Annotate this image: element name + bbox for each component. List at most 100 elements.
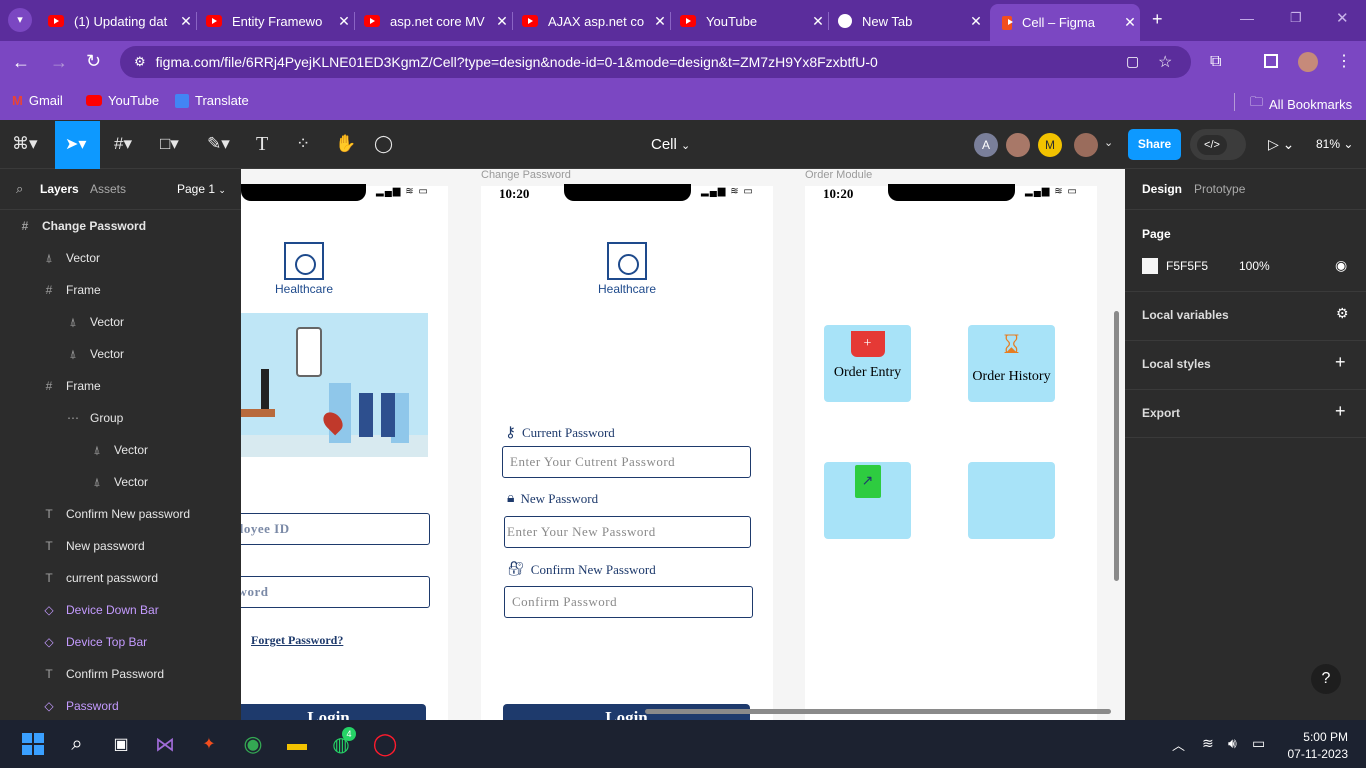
current-password-input[interactable]: Enter Your Cutrent Password bbox=[502, 446, 751, 478]
layer-item[interactable]: ⍋ Vector bbox=[0, 242, 241, 274]
tab-search-icon[interactable]: ▾ bbox=[8, 8, 32, 32]
layer-item[interactable]: T Confirm Password bbox=[0, 658, 241, 690]
volume-icon[interactable]: 🔊︎ bbox=[1228, 735, 1237, 752]
help-button[interactable]: ? bbox=[1311, 664, 1341, 694]
search-icon[interactable]: ⌕ bbox=[64, 731, 90, 757]
order-module-frame[interactable]: 10:20 ▂▄▆ ≋ ▭ + Order Entry ⌛︎ Order His… bbox=[805, 184, 1097, 720]
add-export-icon[interactable]: + bbox=[1335, 401, 1346, 422]
forward-icon[interactable]: → bbox=[50, 52, 68, 73]
layer-item[interactable]: ◇ Device Down Bar bbox=[0, 594, 241, 626]
task-view-icon[interactable]: ▣ bbox=[108, 731, 134, 757]
opera-icon[interactable]: ◯ bbox=[372, 731, 398, 757]
tab-design[interactable]: Design bbox=[1142, 182, 1182, 196]
page-selector[interactable]: Page 1 ⌄ bbox=[177, 182, 226, 196]
login-frame[interactable]: ▂▄▆ ≋ ▭ Healthcare ployee ID sword Forge… bbox=[241, 184, 448, 720]
file-explorer-icon[interactable]: ▬ bbox=[284, 731, 310, 757]
tab-youtube[interactable]: YouTube ✕ bbox=[668, 5, 828, 37]
order-entry-tile[interactable]: + Order Entry bbox=[824, 325, 911, 402]
dev-mode-toggle[interactable]: </> bbox=[1190, 129, 1246, 160]
employee-id-input[interactable]: ployee ID bbox=[241, 513, 430, 545]
close-icon[interactable]: ✕ bbox=[492, 13, 512, 30]
battery-icon[interactable]: ▭ bbox=[1252, 735, 1265, 752]
confirm-password-input[interactable]: Confirm Password bbox=[504, 586, 753, 618]
bookmark-star-icon[interactable]: ☆ bbox=[1158, 52, 1172, 72]
layer-item[interactable]: # Change Password bbox=[0, 210, 241, 242]
move-tool[interactable]: ➤▾ bbox=[55, 121, 100, 169]
order-history-tile[interactable]: ⌛︎ Order History bbox=[968, 325, 1055, 402]
tab-new-tab[interactable]: New Tab ✕ bbox=[826, 5, 986, 37]
vertical-scrollbar[interactable] bbox=[1114, 311, 1119, 581]
restore-icon[interactable]: ❐ bbox=[1290, 10, 1302, 26]
visual-studio-icon[interactable]: ⋈ bbox=[152, 731, 178, 757]
search-icon[interactable]: ⌕ bbox=[16, 181, 23, 197]
layer-item[interactable]: Tcurrent password bbox=[0, 562, 241, 594]
layer-item[interactable]: ⍋ Vector bbox=[0, 434, 241, 466]
menu-icon[interactable]: ⋮ bbox=[1336, 51, 1352, 71]
pen-tool-icon[interactable]: ✎▾ bbox=[207, 134, 230, 154]
avatar[interactable]: A bbox=[974, 133, 998, 157]
reload-icon[interactable]: ↻ bbox=[86, 51, 101, 72]
window-close-icon[interactable]: ✕ bbox=[1336, 9, 1349, 27]
change-password-frame[interactable]: 10:20 ▂▄▆ ≋ ▭ Healthcare ⚷ Current Passwo… bbox=[481, 184, 773, 720]
layer-item[interactable]: T New password bbox=[0, 530, 241, 562]
layer-item[interactable]: ⍋ Vector bbox=[0, 338, 241, 370]
report-tile[interactable]: ↗ bbox=[824, 462, 911, 539]
back-icon[interactable]: ← bbox=[12, 52, 30, 73]
close-icon[interactable]: ✕ bbox=[1120, 14, 1140, 31]
comment-tool-icon[interactable]: ◯ bbox=[374, 134, 393, 154]
tab-aspnet-core[interactable]: asp.net core MV ✕ bbox=[352, 5, 512, 37]
bookmark-translate[interactable]: Translate bbox=[175, 93, 249, 108]
clock[interactable]: 5:00 PM 07-11-2023 bbox=[1284, 730, 1349, 761]
export-label[interactable]: Export bbox=[1142, 406, 1180, 420]
layer-item[interactable]: ⍋ Vector bbox=[0, 306, 241, 338]
share-button[interactable]: Share bbox=[1128, 129, 1181, 160]
bookmark-gmail[interactable]: M Gmail bbox=[12, 93, 63, 108]
layer-item[interactable]: # Frame bbox=[0, 370, 241, 402]
add-style-icon[interactable]: + bbox=[1335, 352, 1346, 373]
new-tab-icon[interactable]: + bbox=[1152, 9, 1163, 30]
layer-item[interactable]: T Confirm New password bbox=[0, 498, 241, 530]
tab-layers[interactable]: Layers bbox=[40, 182, 79, 196]
side-panel-icon[interactable] bbox=[1264, 54, 1278, 68]
shape-tool-icon[interactable]: □▾ bbox=[160, 134, 179, 154]
avatar[interactable] bbox=[1006, 133, 1030, 157]
hand-tool-icon[interactable]: ✋ bbox=[335, 134, 356, 154]
layer-item[interactable]: # Frame bbox=[0, 274, 241, 306]
tray-chevron-icon[interactable]: ︿ bbox=[1172, 735, 1185, 754]
extensions-icon[interactable]: ⧉ bbox=[1210, 53, 1221, 71]
site-info-icon[interactable]: ⚙ bbox=[134, 54, 146, 70]
resources-icon[interactable]: ⁘ bbox=[296, 134, 310, 154]
password-input[interactable]: sword bbox=[241, 576, 430, 608]
layer-item[interactable]: ◇ Password bbox=[0, 690, 241, 722]
all-bookmarks[interactable]: 🗀 All Bookmarks bbox=[1250, 93, 1352, 115]
close-icon[interactable]: ✕ bbox=[334, 13, 354, 30]
layer-item[interactable]: ⋯ Group bbox=[0, 402, 241, 434]
forget-password-link[interactable]: Forget Password? bbox=[251, 633, 343, 648]
horizontal-scrollbar[interactable] bbox=[645, 709, 1111, 714]
layer-item[interactable]: ◇ Device Top Bar bbox=[0, 626, 241, 658]
tab-cell-figma[interactable]: Cell – Figma ✕ bbox=[990, 4, 1140, 41]
avatar[interactable]: M bbox=[1038, 133, 1062, 157]
file-name[interactable]: Cell ⌄ bbox=[651, 136, 690, 153]
tab-entity-framework[interactable]: Entity Framewo ✕ bbox=[194, 5, 354, 37]
page-color-swatch[interactable] bbox=[1142, 258, 1158, 274]
bookmark-youtube[interactable]: YouTube bbox=[86, 93, 159, 108]
address-bar[interactable]: ⚙ figma.com/file/6RRj4PyejKLNE01ED3KgmZ/… bbox=[120, 46, 1191, 78]
clipboard-icon[interactable]: ▢ bbox=[1126, 53, 1139, 70]
chrome-icon[interactable]: ◉ bbox=[240, 731, 266, 757]
avatar[interactable] bbox=[1074, 133, 1098, 157]
page-opacity-value[interactable]: 100% bbox=[1239, 259, 1270, 273]
figma-main-menu-icon[interactable]: ⌘▾ bbox=[12, 134, 38, 154]
layer-item[interactable]: ⍋ Vector bbox=[0, 466, 241, 498]
variables-settings-icon[interactable]: ⚙ bbox=[1336, 305, 1349, 322]
figma-icon[interactable]: ✦ bbox=[196, 731, 222, 757]
tab-assets[interactable]: Assets bbox=[90, 182, 126, 196]
tab-prototype[interactable]: Prototype bbox=[1194, 182, 1245, 196]
new-password-input[interactable]: Enter Your New Password bbox=[504, 516, 751, 548]
chevron-down-icon[interactable]: ⌄ bbox=[1104, 136, 1113, 149]
wifi-icon[interactable]: ≋ bbox=[1202, 735, 1214, 752]
zoom-level[interactable]: 81% ⌄ bbox=[1316, 137, 1353, 151]
minimize-icon[interactable]: — bbox=[1240, 10, 1254, 26]
local-styles-label[interactable]: Local styles bbox=[1142, 357, 1211, 371]
page-color-value[interactable]: F5F5F5 bbox=[1166, 259, 1208, 273]
